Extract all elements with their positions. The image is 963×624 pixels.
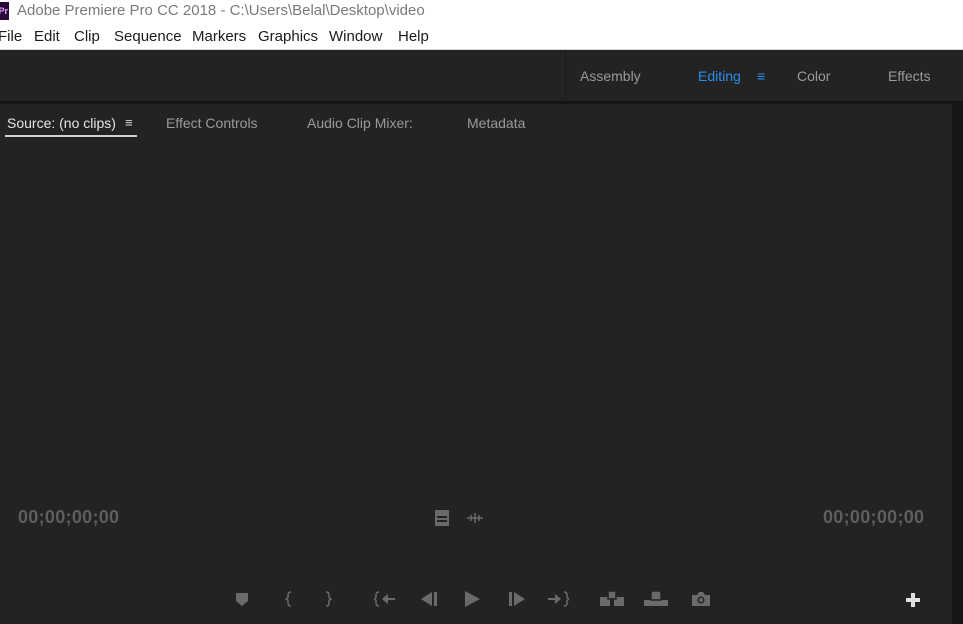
window-title: Adobe Premiere Pro CC 2018 - C:\Users\Be… xyxy=(17,2,425,19)
workspace-tab-color[interactable]: Color xyxy=(797,68,830,84)
step-back-icon[interactable] xyxy=(419,590,439,608)
workspace-bar: Assembly Editing ≡ Color Effects xyxy=(0,50,963,101)
timecode-out: 00;00;00;00 xyxy=(823,507,925,527)
workspace-tab-effects[interactable]: Effects xyxy=(888,68,931,84)
menu-window[interactable]: Window xyxy=(329,28,382,45)
menu-clip[interactable]: Clip xyxy=(74,28,100,45)
audio-waveform-icon[interactable] xyxy=(465,509,485,527)
menu-edit[interactable]: Edit xyxy=(34,28,60,45)
go-to-in-icon[interactable] xyxy=(373,590,397,608)
tab-metadata[interactable]: Metadata xyxy=(467,115,525,131)
overwrite-icon[interactable] xyxy=(643,589,669,609)
insert-icon[interactable] xyxy=(599,589,625,609)
source-monitor-panel: Source: (no clips) ≡ Effect Controls Aud… xyxy=(0,104,952,624)
workspace-menu-icon[interactable]: ≡ xyxy=(757,69,765,83)
play-icon[interactable] xyxy=(462,589,482,609)
tab-audio-clip-mixer[interactable]: Audio Clip Mixer: xyxy=(307,115,413,131)
menu-markers[interactable]: Markers xyxy=(192,28,246,45)
mark-in-icon[interactable] xyxy=(281,590,297,608)
workspace-tab-editing[interactable]: Editing xyxy=(698,68,741,84)
tab-menu-icon[interactable]: ≡ xyxy=(125,116,133,130)
tab-effect-controls[interactable]: Effect Controls xyxy=(166,115,258,131)
menu-sequence[interactable]: Sequence xyxy=(114,28,182,45)
menu-file[interactable]: File xyxy=(0,28,22,45)
go-to-out-icon[interactable] xyxy=(546,590,570,608)
workspace-divider xyxy=(565,50,566,101)
panel-edge-strip xyxy=(952,104,963,624)
mark-out-icon[interactable] xyxy=(320,590,336,608)
add-marker-icon[interactable] xyxy=(234,590,250,608)
premiere-app-icon: Pr xyxy=(0,2,9,20)
button-editor-icon[interactable] xyxy=(904,591,922,609)
workspace-tab-assembly[interactable]: Assembly xyxy=(580,68,641,84)
drop-frame-icon[interactable] xyxy=(433,509,451,527)
window-title-bar: Pr Adobe Premiere Pro CC 2018 - C:\Users… xyxy=(0,0,963,24)
step-forward-icon[interactable] xyxy=(507,590,527,608)
active-tab-indicator xyxy=(5,135,137,137)
export-frame-icon[interactable] xyxy=(690,590,712,608)
menu-graphics[interactable]: Graphics xyxy=(258,28,318,45)
menu-bar: File Edit Clip Sequence Markers Graphics… xyxy=(0,24,963,50)
menu-help[interactable]: Help xyxy=(398,28,429,45)
timecode-in[interactable]: 00;00;00;00 xyxy=(18,507,119,528)
tab-source[interactable]: Source: (no clips) xyxy=(7,115,116,131)
